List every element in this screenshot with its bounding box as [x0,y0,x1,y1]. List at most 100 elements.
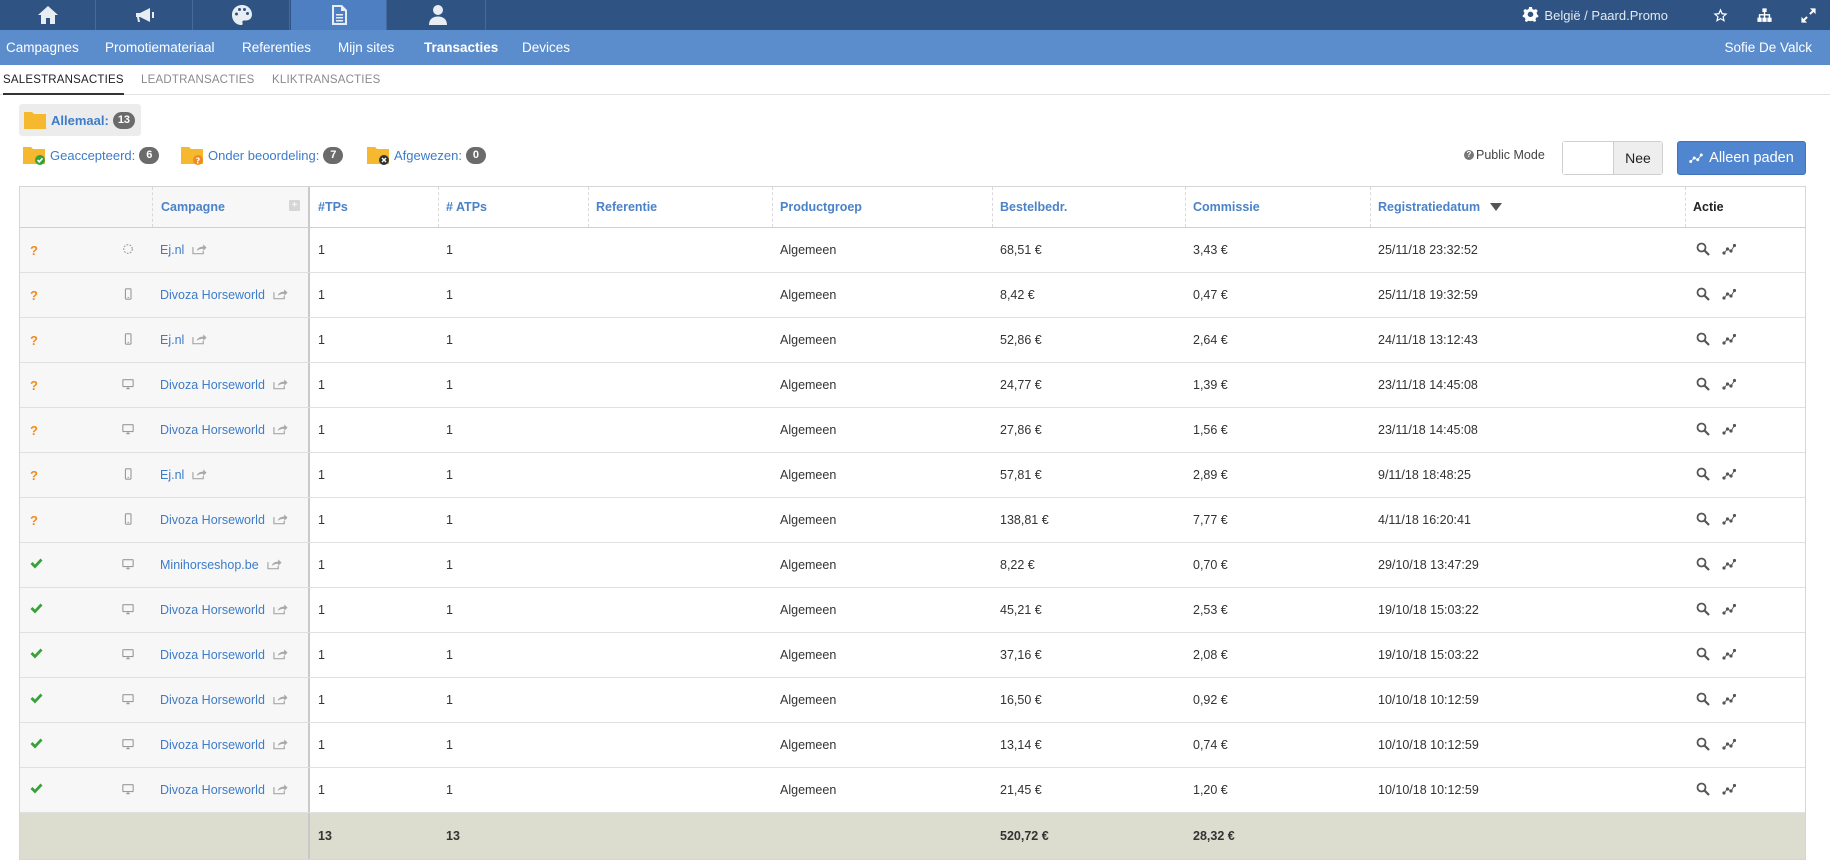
svg-text:?: ? [196,157,201,166]
path-icon[interactable] [1722,242,1737,259]
campaign-link[interactable]: Divoza Horseworld [160,513,265,527]
campaign-link[interactable]: Divoza Horseworld [160,783,265,797]
col-bestelbedr[interactable]: Bestelbedr. [1000,187,1067,227]
campaign-link[interactable]: Ej.nl [160,333,184,347]
filter-accepted[interactable]: Geaccepteerd: 6 [22,144,160,166]
user-name[interactable]: Sofie De Valck [1724,30,1812,65]
profile-tab[interactable] [390,0,486,30]
action-cell [1696,318,1737,362]
search-icon[interactable] [1696,512,1710,529]
search-icon[interactable] [1696,377,1710,394]
folder-rejected-icon [366,145,390,165]
tab-kliktransacties[interactable]: KLIKTRANSACTIES [272,65,380,95]
fullscreen-button[interactable] [1786,0,1830,30]
star-icon [1712,7,1728,22]
desktop-device-icon [121,558,135,573]
col-referentie[interactable]: Referentie [596,187,657,227]
favorites-button[interactable] [1698,0,1742,30]
design-tab[interactable] [194,0,290,30]
share-icon[interactable] [265,693,288,708]
home-tab[interactable] [0,0,96,30]
path-icon[interactable] [1722,602,1737,619]
col-registratiedatum[interactable]: Registratiedatum [1378,187,1503,227]
campaign-link[interactable]: Ej.nl [160,243,184,257]
add-column-icon[interactable]: + [289,200,300,211]
campaign-link[interactable]: Minihorseshop.be [160,558,259,572]
path-icon[interactable] [1722,782,1737,799]
filter-all[interactable]: Allemaal: 13 [19,104,141,136]
campaign-link[interactable]: Divoza Horseworld [160,288,265,302]
search-icon[interactable] [1696,557,1710,574]
col-commissie[interactable]: Commissie [1193,187,1260,227]
search-icon[interactable] [1696,242,1710,259]
path-icon[interactable] [1722,377,1737,394]
tab-salestransacties[interactable]: SALESTRANSACTIES [3,65,124,95]
path-icon[interactable] [1722,467,1737,484]
region-selector[interactable]: België / Paard.Promo [1522,6,1668,24]
search-icon[interactable] [1696,782,1710,799]
menu-mijn-sites[interactable]: Mijn sites [338,30,394,65]
col-productgroep[interactable]: Productgroep [780,187,862,227]
share-icon[interactable] [265,603,288,618]
menu-transacties[interactable]: Transacties [424,30,498,65]
path-icon[interactable] [1722,287,1737,304]
share-icon[interactable] [184,468,207,483]
promotion-tab[interactable] [97,0,193,30]
filter-pending[interactable]: ? Onder beoordeling: 7 [180,144,344,166]
col-atps[interactable]: # ATPs [446,187,487,227]
share-icon[interactable] [265,423,288,438]
campaign-link[interactable]: Divoza Horseworld [160,378,265,392]
path-icon[interactable] [1722,692,1737,709]
share-icon[interactable] [259,558,282,573]
filter-rejected[interactable]: Afgewezen: 0 [366,144,486,166]
sitemap-button[interactable] [1742,0,1786,30]
status-cell: ? [30,228,38,272]
campaign-link[interactable]: Divoza Horseworld [160,423,265,437]
search-icon[interactable] [1696,647,1710,664]
menu-promotiemateriaal[interactable]: Promotiemateriaal [105,30,215,65]
path-icon[interactable] [1722,422,1737,439]
campaign-link[interactable]: Divoza Horseworld [160,603,265,617]
search-icon[interactable] [1696,422,1710,439]
tab-leadtransacties[interactable]: LEADTRANSACTIES [141,65,255,95]
campaign-link[interactable]: Divoza Horseworld [160,648,265,662]
path-icon[interactable] [1722,737,1737,754]
share-icon[interactable] [265,648,288,663]
mobile-device-icon [121,287,135,303]
share-icon[interactable] [265,783,288,798]
path-icon[interactable] [1722,512,1737,529]
search-icon[interactable] [1696,287,1710,304]
menu-campagnes[interactable]: Campagnes [6,30,79,65]
search-icon[interactable] [1696,737,1710,754]
public-mode-toggle[interactable]: Nee [1562,141,1663,175]
search-icon[interactable] [1696,467,1710,484]
pending-icon: ? [30,242,38,258]
device-cell [121,453,135,497]
col-campagne[interactable]: Campagne [161,187,225,227]
path-icon[interactable] [1722,332,1737,349]
col-tps[interactable]: #TPs [318,187,348,227]
toggle-switch[interactable] [1563,142,1613,174]
search-icon[interactable] [1696,692,1710,709]
help-icon[interactable]: ? [1464,150,1474,160]
share-icon[interactable] [265,288,288,303]
sort-desc-icon[interactable] [1480,200,1503,214]
share-icon[interactable] [265,738,288,753]
transactions-tab[interactable] [291,0,387,30]
menu-devices[interactable]: Devices [522,30,570,65]
share-icon[interactable] [184,243,207,258]
commissie-cell: 2,89 € [1193,468,1228,482]
alleen-paden-button[interactable]: Alleen paden [1677,141,1806,175]
menu-referenties[interactable]: Referenties [242,30,311,65]
search-icon[interactable] [1696,602,1710,619]
folder-pending-icon: ? [180,145,204,166]
path-icon[interactable] [1722,557,1737,574]
share-icon[interactable] [184,333,207,348]
campaign-link[interactable]: Ej.nl [160,468,184,482]
share-icon[interactable] [265,513,288,528]
campaign-link[interactable]: Divoza Horseworld [160,738,265,752]
campaign-link[interactable]: Divoza Horseworld [160,693,265,707]
search-icon[interactable] [1696,332,1710,349]
share-icon[interactable] [265,378,288,393]
path-icon[interactable] [1722,647,1737,664]
